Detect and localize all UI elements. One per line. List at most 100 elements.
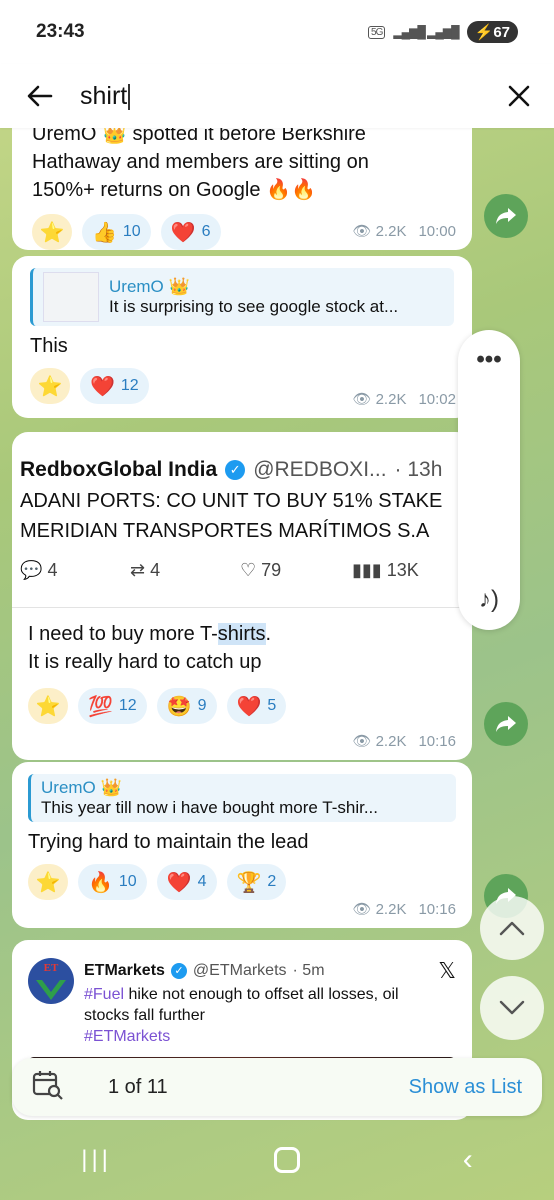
tweet-text: ADANI PORTS: CO UNIT TO BUY 51% STAKE (20, 490, 443, 512)
bar-chart-icon: ▮▮▮ (352, 560, 382, 580)
eye-icon: 👁 (352, 901, 372, 918)
heart-icon: ❤️ (166, 871, 192, 894)
reaction-count: 10 (122, 223, 141, 240)
view-count: 2.2K (375, 222, 407, 240)
result-counter: 1 of 11 (108, 1075, 168, 1098)
status-bar: 23:43 5G ▂▄▆█ ▂▄▆█ ⚡67 (0, 0, 554, 64)
message-time: 10:02 (418, 390, 456, 408)
star-struck-icon: 🤩 (166, 695, 192, 718)
reaction-heart[interactable]: ❤️ 12 (80, 368, 149, 404)
reaction-hundred[interactable]: 💯 12 (78, 688, 147, 724)
chevron-down-icon (499, 1000, 525, 1015)
reply-author: UremO 👑 (41, 778, 122, 797)
star-reaction[interactable]: ⭐ (32, 214, 72, 250)
reaction-heart[interactable]: ❤️ 5 (226, 688, 287, 724)
view-count: 2.2K (375, 390, 407, 408)
hundred-icon: 💯 (88, 695, 113, 718)
reaction-count: 10 (118, 873, 137, 890)
x-logo-icon: 𝕏 (438, 958, 456, 983)
star-reaction[interactable]: ⭐ (28, 864, 68, 900)
tweet-embed[interactable]: RedboxGlobal India ✓ @REDBOXI... · 13h A… (12, 432, 472, 608)
show-as-list-button[interactable]: Show as List (409, 1076, 522, 1099)
search-highlight: shirts (217, 623, 266, 645)
back-button[interactable] (0, 85, 80, 107)
thumbs-up-icon: 👍 (92, 221, 117, 244)
tweet-time: · 13h (394, 458, 443, 481)
text-segment: I need to buy more T- (28, 623, 218, 645)
reply-quote[interactable]: UremO 👑 This year till now i have bought… (28, 774, 456, 822)
retweet-count: 4 (150, 560, 161, 580)
more-options-button[interactable]: ••• (458, 346, 520, 374)
close-icon (508, 85, 530, 107)
reaction-thumbs-up[interactable]: 👍 10 (82, 214, 151, 250)
message-text: This (30, 335, 68, 357)
clear-search-button[interactable] (484, 85, 554, 107)
message-meta: 👁 2.2K 10:02 (352, 390, 456, 409)
star-reaction[interactable]: ⭐ (30, 368, 70, 404)
message-line: It is really hard to catch up (28, 651, 262, 673)
calendar-search-button[interactable] (32, 1070, 68, 1105)
reaction-count: 6 (201, 223, 211, 240)
reaction-count: 9 (197, 697, 207, 714)
message-bubble[interactable]: RedboxGlobal India ✓ @REDBOXI... · 13h A… (12, 432, 472, 760)
heart-icon: ❤️ (170, 221, 196, 244)
reaction-count: 12 (118, 697, 137, 714)
tweet-retweet-action[interactable]: ⇄ 4 (130, 560, 240, 581)
reply-quote[interactable]: UremO 👑 It is surprising to see google s… (30, 268, 454, 326)
reaction-fire[interactable]: 🔥 10 (78, 864, 147, 900)
search-prev-button[interactable] (480, 896, 544, 960)
share-button[interactable] (484, 702, 528, 746)
nav-back-button[interactable]: ‹ (463, 1143, 473, 1177)
chevron-up-icon (499, 921, 525, 936)
tweet-views-action[interactable]: ▮▮▮ 13K (352, 560, 419, 581)
eye-icon: 👁 (352, 391, 372, 408)
audio-button[interactable]: ♪) (458, 586, 520, 614)
tweet-text: hike not enough to offset all losses, oi… (124, 986, 399, 1003)
eye-icon: 👁 (352, 733, 372, 750)
search-next-button[interactable] (480, 976, 544, 1040)
search-results-bar: 1 of 11 Show as List (12, 1058, 542, 1116)
message-text: I need to buy more T-shirts. It is reall… (12, 608, 472, 676)
tweet-author: RedboxGlobal India (20, 458, 218, 481)
reaction-star-eyes[interactable]: 🤩 9 (156, 688, 217, 724)
tweet-reply-action[interactable]: 💬 4 (20, 560, 130, 581)
search-input[interactable]: shirt (80, 82, 484, 111)
trophy-icon: 🏆 (236, 871, 262, 894)
heart-outline-icon: ♡ (240, 560, 257, 580)
tweet-hashtag[interactable]: #ETMarkets (84, 1026, 456, 1047)
more-dots-icon: ••• (476, 346, 502, 373)
reaction-heart[interactable]: ❤️ 6 (160, 214, 221, 250)
message-meta: 👁 2.2K 10:00 (352, 222, 456, 241)
reaction-count: 4 (197, 873, 207, 890)
eye-icon: 👁 (352, 223, 372, 240)
et-logo-avatar: ET (28, 958, 74, 1004)
reaction-heart[interactable]: ❤️ 4 (156, 864, 217, 900)
star-reaction[interactable]: ⭐ (28, 688, 68, 724)
message-bubble[interactable]: UremO 👑 This year till now i have bought… (12, 762, 472, 928)
reply-author: UremO 👑 (109, 277, 190, 296)
share-button[interactable] (484, 194, 528, 238)
message-line: I need to buy more T-shirts. (28, 620, 456, 648)
home-button[interactable] (274, 1147, 301, 1173)
reply-text: This year till now i have bought more T-… (41, 798, 379, 817)
music-note-icon: ♪) (479, 586, 499, 613)
message-line: Hathaway and members are sitting on (32, 151, 369, 173)
heart-icon: ❤️ (236, 695, 262, 718)
tweet-view-count: 13K (386, 560, 419, 580)
system-nav-bar: ||| ‹ (0, 1120, 554, 1200)
message-meta: 👁 2.2K 10:16 (352, 732, 456, 751)
tweet-hashtag[interactable]: #Fuel (84, 986, 124, 1003)
reaction-trophy[interactable]: 🏆 2 (226, 864, 287, 900)
message-bubble[interactable]: UremO 👑 It is surprising to see google s… (12, 256, 472, 418)
message-line: 150%+ returns on Google 🔥🔥 (32, 179, 316, 201)
message-time: 10:16 (418, 900, 456, 918)
arrow-left-icon (27, 85, 53, 107)
heart-icon: ❤️ (90, 375, 115, 398)
clock: 23:43 (36, 21, 85, 42)
tweet-time: · 5m (292, 962, 325, 979)
recent-apps-button[interactable]: ||| (81, 1146, 112, 1174)
reaction-count: 12 (120, 377, 139, 394)
tweet-like-action[interactable]: ♡ 79 (240, 560, 352, 581)
reply-icon: 💬 (20, 560, 43, 580)
text-segment: . (265, 623, 272, 645)
